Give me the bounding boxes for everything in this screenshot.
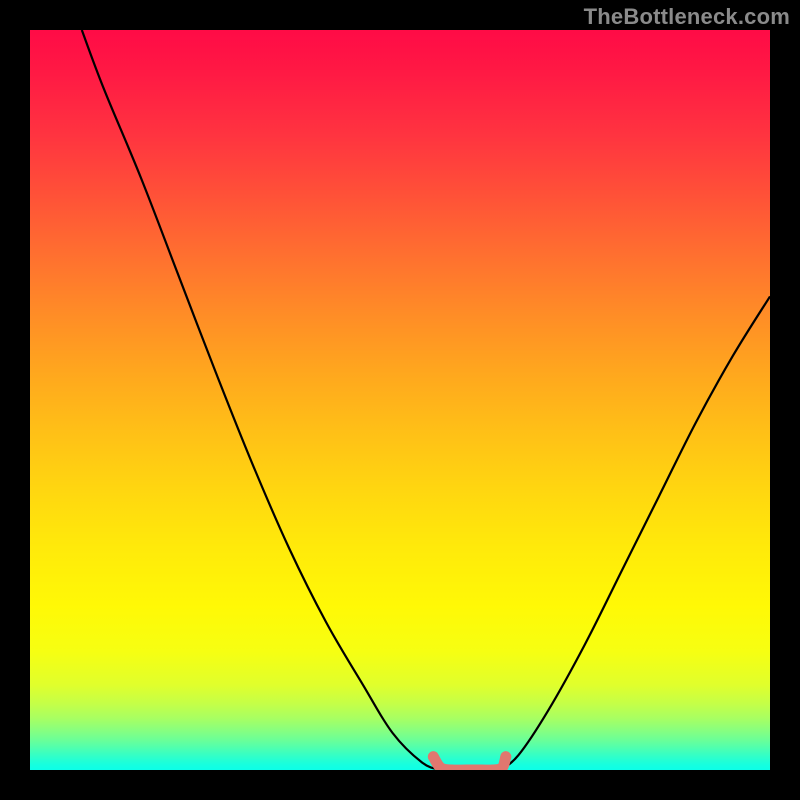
curve-layer xyxy=(30,30,770,770)
plot-area xyxy=(30,30,770,770)
bottom-marker xyxy=(433,757,506,770)
chart-frame: TheBottleneck.com xyxy=(0,0,800,800)
watermark-text: TheBottleneck.com xyxy=(584,4,790,30)
right-curve xyxy=(500,296,770,770)
left-curve xyxy=(82,30,441,770)
bottleneck-curve xyxy=(82,30,770,770)
